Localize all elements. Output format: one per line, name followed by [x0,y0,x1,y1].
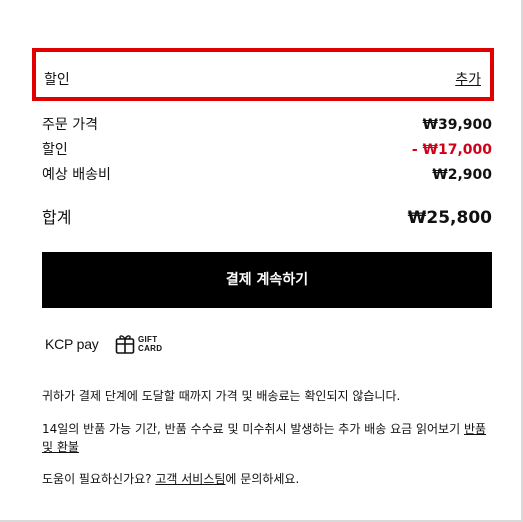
return-policy-note: 14일의 반품 가능 기간, 반품 수수료 및 미수취시 발생하는 추가 배송 … [42,420,492,456]
gift-card-text: GIFT CARD [138,335,162,353]
order-price-label: 주문 가격 [42,117,98,133]
discount-label: 할인 [42,142,68,158]
help-text-before: 도움이 필요하신가요? [42,472,156,486]
discount-section-label: 할인 [44,72,70,88]
total-label: 합계 [42,208,72,227]
gift-card-icon [115,333,135,355]
continue-to-checkout-button[interactable]: 결제 계속하기 [42,252,492,308]
help-note: 도움이 필요하신가요? 고객 서비스팀에 문의하세요. [42,470,492,488]
discount-section: 할인 추가 [32,48,494,101]
gift-card-logo: GIFT CARD [115,333,175,355]
order-price-value: ₩39,900 [422,117,492,133]
discount-value: - ₩17,000 [411,142,492,158]
gift-card-line1: GIFT [138,335,158,344]
help-text-after: 에 문의하세요. [225,472,300,486]
discount-row: 할인 - ₩17,000 [42,141,492,159]
return-policy-text: 14일의 반품 가능 기간, 반품 수수료 및 미수취시 발생하는 추가 배송 … [42,422,464,436]
add-discount-link[interactable]: 추가 [455,72,481,88]
gift-card-line2: CARD [138,344,163,353]
shipping-row: 예상 배송비 ₩2,900 [42,166,492,184]
total-value: ₩25,800 [407,208,492,228]
price-confirmation-note: 귀하가 결제 단계에 도달할 때까지 가격 및 배송료는 확인되지 않습니다. [42,389,401,403]
order-price-row: 주문 가격 ₩39,900 [42,116,492,134]
total-row: 합계 ₩25,800 [42,207,492,229]
shipping-value: ₩2,900 [432,167,492,183]
shipping-label: 예상 배송비 [42,167,111,183]
customer-service-link[interactable]: 고객 서비스팀 [155,472,225,486]
kcp-pay-logo: KCP pay [45,336,99,352]
